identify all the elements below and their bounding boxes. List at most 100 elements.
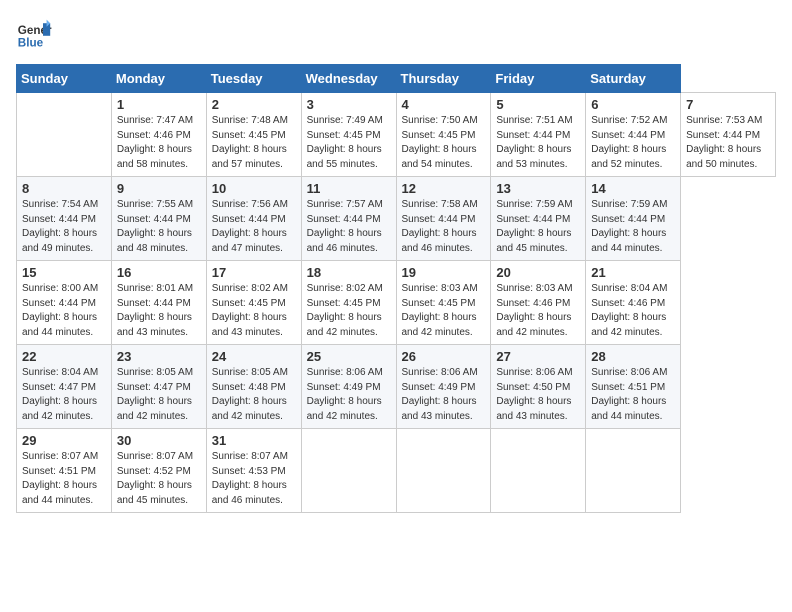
calendar-week-3: 15 Sunrise: 8:00 AMSunset: 4:44 PMDayligh… — [17, 261, 776, 345]
day-info: Sunrise: 7:49 AMSunset: 4:45 PMDaylight:… — [307, 114, 391, 172]
calendar-cell: 19 Sunrise: 8:03 AMSunset: 4:45 PMDayligh… — [396, 261, 491, 345]
calendar-cell: 26 Sunrise: 8:06 AMSunset: 4:49 PMDayligh… — [396, 345, 491, 429]
day-info: Sunrise: 8:07 AMSunset: 4:53 PMDaylight:… — [212, 450, 296, 508]
day-info: Sunrise: 7:55 AMSunset: 4:44 PMDaylight:… — [117, 198, 201, 256]
day-info: Sunrise: 8:06 AMSunset: 4:50 PMDaylight:… — [496, 366, 580, 424]
day-number: 20 — [496, 265, 580, 280]
day-number: 25 — [307, 349, 391, 364]
day-info: Sunrise: 8:06 AMSunset: 4:49 PMDaylight:… — [402, 366, 486, 424]
day-number: 28 — [591, 349, 675, 364]
day-info: Sunrise: 7:59 AMSunset: 4:44 PMDaylight:… — [496, 198, 580, 256]
day-info: Sunrise: 8:03 AMSunset: 4:45 PMDaylight:… — [402, 282, 486, 340]
day-number: 17 — [212, 265, 296, 280]
calendar-cell — [491, 429, 586, 513]
calendar-cell: 14Sunrise: 7:59 AMSunset: 4:44 PMDayligh… — [586, 177, 681, 261]
day-number: 12 — [402, 181, 486, 196]
header-sunday: Sunday — [17, 65, 112, 93]
day-number: 16 — [117, 265, 201, 280]
header-tuesday: Tuesday — [206, 65, 301, 93]
logo-icon: General Blue — [16, 16, 52, 52]
day-number: 4 — [402, 97, 486, 112]
calendar-cell: 20 Sunrise: 8:03 AMSunset: 4:46 PMDayligh… — [491, 261, 586, 345]
calendar-header-row: SundayMondayTuesdayWednesdayThursdayFrid… — [17, 65, 776, 93]
calendar-cell: 31 Sunrise: 8:07 AMSunset: 4:53 PMDayligh… — [206, 429, 301, 513]
day-number: 7 — [686, 97, 770, 112]
calendar-cell: 30 Sunrise: 8:07 AMSunset: 4:52 PMDayligh… — [111, 429, 206, 513]
day-info: Sunrise: 8:02 AMSunset: 4:45 PMDaylight:… — [212, 282, 296, 340]
day-info: Sunrise: 7:51 AMSunset: 4:44 PMDaylight:… — [496, 114, 580, 172]
calendar-week-1: 1Sunrise: 7:47 AMSunset: 4:46 PMDaylight… — [17, 93, 776, 177]
day-number: 11 — [307, 181, 391, 196]
calendar-cell: 16 Sunrise: 8:01 AMSunset: 4:44 PMDayligh… — [111, 261, 206, 345]
day-number: 18 — [307, 265, 391, 280]
day-number: 15 — [22, 265, 106, 280]
calendar-cell: 28Sunrise: 8:06 AMSunset: 4:51 PMDayligh… — [586, 345, 681, 429]
day-info: Sunrise: 7:58 AMSunset: 4:44 PMDaylight:… — [402, 198, 486, 256]
header-wednesday: Wednesday — [301, 65, 396, 93]
day-info: Sunrise: 8:05 AMSunset: 4:48 PMDaylight:… — [212, 366, 296, 424]
calendar-cell: 24 Sunrise: 8:05 AMSunset: 4:48 PMDayligh… — [206, 345, 301, 429]
calendar-cell: 18 Sunrise: 8:02 AMSunset: 4:45 PMDayligh… — [301, 261, 396, 345]
day-number: 6 — [591, 97, 675, 112]
calendar-cell: 3 Sunrise: 7:49 AMSunset: 4:45 PMDaylight… — [301, 93, 396, 177]
day-number: 19 — [402, 265, 486, 280]
calendar-week-5: 29Sunrise: 8:07 AMSunset: 4:51 PMDayligh… — [17, 429, 776, 513]
calendar-week-4: 22 Sunrise: 8:04 AMSunset: 4:47 PMDayligh… — [17, 345, 776, 429]
day-number: 14 — [591, 181, 675, 196]
header-monday: Monday — [111, 65, 206, 93]
calendar-cell — [396, 429, 491, 513]
header-thursday: Thursday — [396, 65, 491, 93]
day-info: Sunrise: 8:00 AMSunset: 4:44 PMDaylight:… — [22, 282, 106, 340]
calendar-cell: 23 Sunrise: 8:05 AMSunset: 4:47 PMDayligh… — [111, 345, 206, 429]
day-number: 22 — [22, 349, 106, 364]
calendar-cell: 25 Sunrise: 8:06 AMSunset: 4:49 PMDayligh… — [301, 345, 396, 429]
day-number: 30 — [117, 433, 201, 448]
day-info: Sunrise: 7:56 AMSunset: 4:44 PMDaylight:… — [212, 198, 296, 256]
day-info: Sunrise: 7:57 AMSunset: 4:44 PMDaylight:… — [307, 198, 391, 256]
calendar-cell: 29Sunrise: 8:07 AMSunset: 4:51 PMDayligh… — [17, 429, 112, 513]
calendar-cell: 21Sunrise: 8:04 AMSunset: 4:46 PMDayligh… — [586, 261, 681, 345]
day-info: Sunrise: 8:06 AMSunset: 4:49 PMDaylight:… — [307, 366, 391, 424]
calendar-cell: 8Sunrise: 7:54 AMSunset: 4:44 PMDaylight… — [17, 177, 112, 261]
calendar-cell — [301, 429, 396, 513]
day-info: Sunrise: 8:04 AMSunset: 4:47 PMDaylight:… — [22, 366, 106, 424]
calendar-cell: 10 Sunrise: 7:56 AMSunset: 4:44 PMDayligh… — [206, 177, 301, 261]
calendar-cell: 27 Sunrise: 8:06 AMSunset: 4:50 PMDayligh… — [491, 345, 586, 429]
day-number: 13 — [496, 181, 580, 196]
calendar-cell: 11 Sunrise: 7:57 AMSunset: 4:44 PMDayligh… — [301, 177, 396, 261]
day-info: Sunrise: 7:50 AMSunset: 4:45 PMDaylight:… — [402, 114, 486, 172]
day-number: 23 — [117, 349, 201, 364]
day-number: 26 — [402, 349, 486, 364]
header-saturday: Saturday — [586, 65, 681, 93]
calendar-table: SundayMondayTuesdayWednesdayThursdayFrid… — [16, 64, 776, 513]
day-info: Sunrise: 8:01 AMSunset: 4:44 PMDaylight:… — [117, 282, 201, 340]
day-info: Sunrise: 8:07 AMSunset: 4:52 PMDaylight:… — [117, 450, 201, 508]
calendar-cell — [17, 93, 112, 177]
day-number: 31 — [212, 433, 296, 448]
day-number: 2 — [212, 97, 296, 112]
logo: General Blue — [16, 16, 52, 52]
day-number: 10 — [212, 181, 296, 196]
calendar-cell: 22 Sunrise: 8:04 AMSunset: 4:47 PMDayligh… — [17, 345, 112, 429]
calendar-cell: 5 Sunrise: 7:51 AMSunset: 4:44 PMDaylight… — [491, 93, 586, 177]
day-info: Sunrise: 8:03 AMSunset: 4:46 PMDaylight:… — [496, 282, 580, 340]
day-info: Sunrise: 8:05 AMSunset: 4:47 PMDaylight:… — [117, 366, 201, 424]
day-number: 1 — [117, 97, 201, 112]
calendar-cell: 1Sunrise: 7:47 AMSunset: 4:46 PMDaylight… — [111, 93, 206, 177]
header-friday: Friday — [491, 65, 586, 93]
calendar-cell — [586, 429, 681, 513]
calendar-week-2: 8Sunrise: 7:54 AMSunset: 4:44 PMDaylight… — [17, 177, 776, 261]
day-number: 3 — [307, 97, 391, 112]
day-number: 24 — [212, 349, 296, 364]
calendar-cell: 17 Sunrise: 8:02 AMSunset: 4:45 PMDayligh… — [206, 261, 301, 345]
day-info: Sunrise: 7:54 AMSunset: 4:44 PMDaylight:… — [22, 198, 106, 256]
calendar-cell: 4 Sunrise: 7:50 AMSunset: 4:45 PMDaylight… — [396, 93, 491, 177]
day-number: 5 — [496, 97, 580, 112]
calendar-cell: 12 Sunrise: 7:58 AMSunset: 4:44 PMDayligh… — [396, 177, 491, 261]
calendar-cell: 6Sunrise: 7:52 AMSunset: 4:44 PMDaylight… — [586, 93, 681, 177]
calendar-cell: 13 Sunrise: 7:59 AMSunset: 4:44 PMDayligh… — [491, 177, 586, 261]
day-number: 27 — [496, 349, 580, 364]
svg-text:Blue: Blue — [18, 37, 44, 50]
day-info: Sunrise: 8:02 AMSunset: 4:45 PMDaylight:… — [307, 282, 391, 340]
page-header: General Blue — [16, 16, 776, 52]
